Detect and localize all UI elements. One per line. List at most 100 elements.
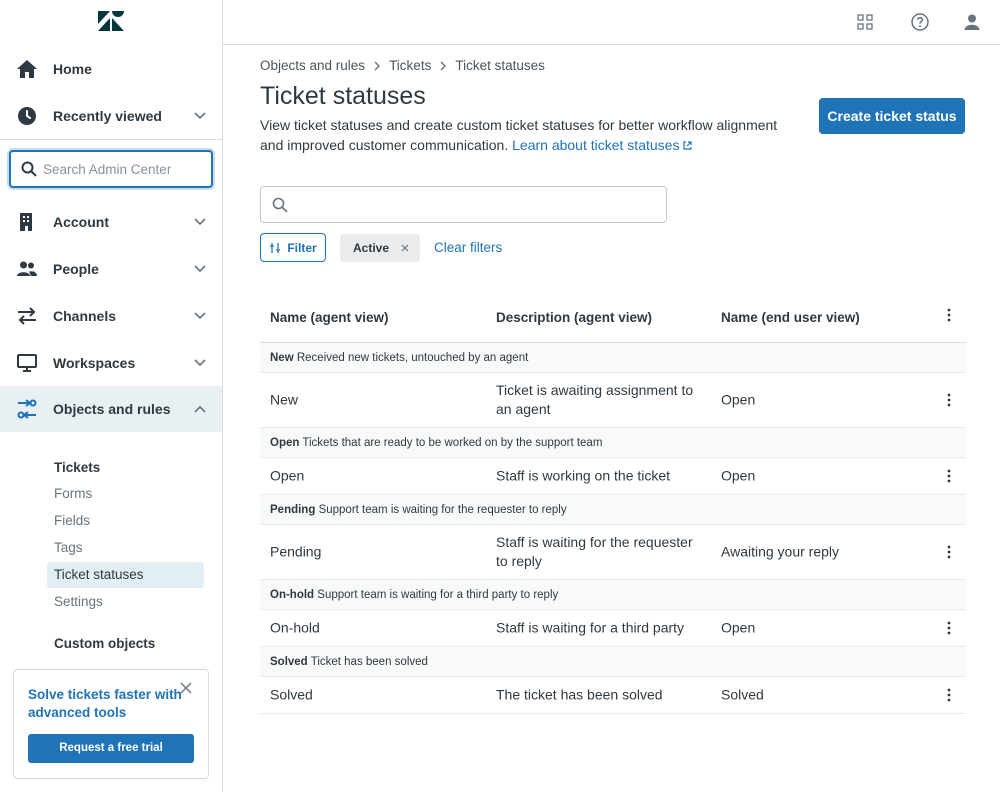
subnav-item-fields[interactable]: Fields — [47, 508, 204, 534]
active-filter-chip: Active — [340, 234, 420, 262]
nav-people[interactable]: People — [0, 246, 222, 292]
clock-icon — [18, 107, 36, 125]
remove-filter-icon[interactable] — [400, 243, 410, 253]
cell-description: The ticket has been solved — [496, 686, 663, 703]
subnav-item-forms[interactable]: Forms — [47, 481, 204, 507]
group-label: On-hold Support team is waiting for a th… — [270, 589, 558, 601]
filter-button[interactable]: Filter — [260, 233, 326, 262]
nav-account[interactable]: Account — [0, 199, 222, 245]
cell-name: Solved — [270, 686, 313, 703]
group-category: New — [270, 352, 294, 364]
group-category-desc: Support team is waiting for the requeste… — [318, 504, 567, 516]
clear-filters-link[interactable]: Clear filters — [434, 240, 502, 255]
active-filter-label: Active — [353, 241, 390, 255]
cell-name: Open — [270, 467, 305, 484]
group-category-desc: Ticket has been solved — [310, 656, 428, 668]
filter-button-label: Filter — [287, 240, 317, 255]
cell-end-user: Awaiting your reply — [721, 543, 840, 560]
subnav-item-tags[interactable]: Tags — [47, 535, 204, 561]
breadcrumb-tickets[interactable]: Tickets — [389, 58, 431, 73]
subnav-tickets-heading: Tickets — [54, 460, 101, 475]
nav-home[interactable]: Home — [0, 46, 222, 92]
external-link-icon — [683, 141, 693, 150]
subnav-item-settings[interactable]: Settings — [47, 589, 204, 615]
nav-channels[interactable]: Channels — [0, 293, 222, 339]
group-row-solved: Solved Ticket has been solved — [260, 647, 966, 677]
column-header-name-end-user: Name (end user view) — [721, 310, 860, 325]
chevron-right-icon — [440, 61, 447, 70]
table-row-solved[interactable]: Solved The ticket has been solved Solved — [260, 677, 966, 714]
nav-objects-and-rules-label: Objects and rules — [53, 401, 171, 417]
cell-name: Pending — [270, 543, 322, 560]
objects-rules-icon — [17, 399, 37, 419]
chevron-down-icon — [194, 265, 206, 273]
chevron-up-icon — [194, 405, 206, 413]
column-header-name-agent: Name (agent view) — [270, 310, 389, 325]
learn-more-link-label: Learn about ticket statuses — [512, 137, 680, 153]
table-row-on-hold[interactable]: On-hold Staff is waiting for a third par… — [260, 610, 966, 647]
nav-objects-and-rules[interactable]: Objects and rules — [0, 386, 222, 432]
arrows-swap-icon — [18, 307, 36, 325]
group-row-pending: Pending Support team is waiting for the … — [260, 495, 966, 525]
request-trial-button[interactable]: Request a free trial — [28, 734, 194, 763]
cell-description: Staff is waiting for a third party — [496, 619, 685, 636]
nav-account-label: Account — [53, 214, 109, 230]
cell-name: New — [270, 391, 299, 408]
top-bar — [223, 0, 1000, 45]
group-label: Open Tickets that are ready to be worked… — [270, 437, 602, 449]
group-category: On-hold — [270, 589, 315, 601]
subnav-custom-objects-heading[interactable]: Custom objects — [54, 636, 155, 651]
cell-end-user: Open — [721, 467, 756, 484]
chevron-right-icon — [374, 61, 381, 70]
cell-description: Staff is waiting for the requester to re… — [496, 534, 693, 569]
row-options-kebab-icon[interactable] — [944, 468, 954, 484]
group-category: Pending — [270, 504, 316, 516]
column-options-kebab-icon[interactable] — [944, 307, 954, 323]
row-options-kebab-icon[interactable] — [944, 687, 954, 703]
sliders-icon — [270, 242, 281, 253]
admin-search-field[interactable] — [9, 150, 213, 188]
group-category: Open — [270, 437, 300, 449]
cell-end-user: Open — [721, 391, 756, 408]
subnav-item-ticket-statuses[interactable]: Ticket statuses — [47, 562, 204, 588]
monitor-icon — [17, 354, 37, 372]
table-row-open[interactable]: Open Staff is working on the ticket Open — [260, 458, 966, 495]
chevron-down-icon — [194, 112, 206, 120]
products-grid-icon[interactable] — [856, 13, 874, 31]
row-options-kebab-icon[interactable] — [944, 620, 954, 636]
create-ticket-status-button[interactable]: Create ticket status — [819, 98, 965, 134]
table-row-new[interactable]: New Ticket is awaiting assignment to an … — [260, 373, 966, 428]
nav-recently-viewed-label: Recently viewed — [53, 108, 162, 124]
group-category-desc: Received new tickets, untouched by an ag… — [296, 352, 529, 364]
group-row-on-hold: On-hold Support team is waiting for a th… — [260, 580, 966, 610]
breadcrumb-objects-and-rules[interactable]: Objects and rules — [260, 58, 365, 73]
cell-name: On-hold — [270, 619, 320, 636]
close-icon[interactable] — [179, 681, 193, 695]
people-icon — [17, 261, 37, 276]
home-icon — [17, 60, 37, 78]
nav-recently-viewed[interactable]: Recently viewed — [0, 93, 222, 139]
group-label: Pending Support team is waiting for the … — [270, 504, 567, 516]
cell-description: Staff is working on the ticket — [496, 467, 671, 484]
nav-workspaces-label: Workspaces — [53, 355, 136, 371]
table-row-pending[interactable]: Pending Staff is waiting for the request… — [260, 525, 966, 580]
group-label: New Received new tickets, untouched by a… — [270, 352, 528, 364]
page-title: Ticket statuses — [260, 82, 426, 110]
row-options-kebab-icon[interactable] — [944, 392, 954, 408]
group-category: Solved — [270, 656, 308, 668]
row-options-kebab-icon[interactable] — [944, 544, 954, 560]
cell-end-user: Open — [721, 619, 756, 636]
admin-search-input[interactable] — [43, 160, 208, 178]
column-header-description-agent: Description (agent view) — [496, 310, 653, 325]
trial-promo-card: Solve tickets faster with advanced tools… — [13, 669, 209, 779]
group-label: Solved Ticket has been solved — [270, 656, 428, 668]
group-row-new: New Received new tickets, untouched by a… — [260, 343, 966, 373]
user-avatar-icon[interactable] — [962, 12, 982, 32]
help-icon[interactable] — [910, 12, 930, 32]
nav-workspaces[interactable]: Workspaces — [0, 340, 222, 386]
table-header: Name (agent view) Description (agent vie… — [260, 290, 966, 343]
zendesk-logo[interactable] — [98, 11, 124, 31]
learn-more-link[interactable]: Learn about ticket statuses — [512, 137, 693, 153]
status-search-field[interactable] — [260, 186, 667, 223]
nav-home-label: Home — [53, 61, 92, 77]
